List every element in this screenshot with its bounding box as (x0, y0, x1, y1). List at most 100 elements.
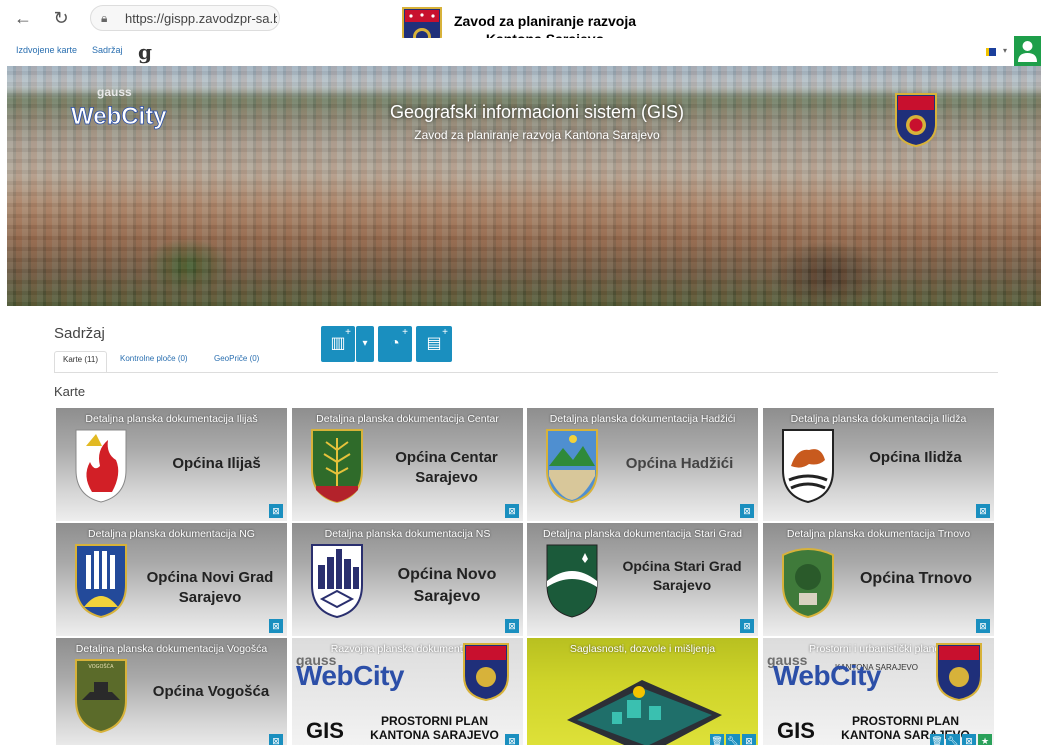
card-title-line2: Sarajevo (415, 469, 478, 486)
add-dropdown-button[interactable]: ▾ (356, 326, 374, 362)
language-flag-icon[interactable] (986, 48, 996, 56)
app-navbar: Izdvojene karte Sadržaj g ▾ (0, 38, 1041, 66)
star-icon[interactable]: ★ (978, 734, 992, 745)
card-caption: Detaljna planska dokumentacija Trnovo (786, 528, 971, 540)
canton-coat-of-arms-icon (936, 643, 982, 702)
canton-coat-of-arms-icon (895, 93, 937, 148)
open-item-icon[interactable]: ⊠ (269, 734, 283, 745)
open-item-icon[interactable]: ⊠ (505, 619, 519, 633)
card-actions: 🗑︎ 🔧︎ ⊠ ★ (930, 734, 992, 745)
card-title: Općina Hadžići (625, 455, 734, 472)
map-card-ilidza[interactable]: Detaljna planska dokumentacija Ilidža Op… (763, 408, 994, 521)
map-card-novo-sarajevo[interactable]: Detaljna planska dokumentacija NS Općina… (292, 523, 523, 636)
card-title: Općina Ilijaš (172, 455, 261, 472)
plan-text: PROSTORNI PLAN KANTONA SARAJEVO (362, 714, 507, 742)
open-item-icon[interactable]: ⊠ (976, 619, 990, 633)
card-caption: Saglasnosti, dozvole i mišljenja (569, 643, 716, 655)
card-caption: Detaljna planska dokumentacija Centar (316, 413, 499, 425)
gis-text: GIS (306, 718, 344, 743)
nav-content[interactable]: Sadržaj (92, 45, 123, 55)
card-title-line1: Općina Novo (397, 566, 497, 583)
back-arrow-icon[interactable]: ← (12, 7, 34, 29)
add-story-button[interactable]: ▤ + (416, 326, 452, 362)
card-caption: Detaljna planska dokumentacija NG (88, 528, 255, 540)
chevron-down-icon[interactable]: ▾ (1003, 46, 1007, 55)
address-bar[interactable]: 🔒︎ https://gispp.zavodzpr-sa.ba/r (90, 5, 280, 31)
logo-webcity-text: WebCity (71, 103, 167, 130)
card-title: Općina Ilidža (869, 449, 962, 466)
tab-dashboards[interactable]: Kontrolne ploče (0) (112, 351, 196, 373)
tab-geostories[interactable]: GeoPriče (0) (206, 351, 267, 373)
emblem-vogosca-text: VOGOŠĆA (88, 663, 114, 670)
webcity-logo: gauss WebCity (71, 85, 168, 130)
plan-line1: PROSTORNI PLAN (851, 714, 960, 728)
site-info-icon[interactable]: 🔒︎ (101, 9, 115, 27)
logo-gauss-text: gauss (97, 85, 132, 99)
map-card-hadzici[interactable]: Detaljna planska dokumentacija Hadžići O… (527, 408, 758, 521)
trash-icon[interactable]: 🗑︎ (930, 734, 944, 745)
open-item-icon[interactable]: ⊠ (962, 734, 976, 745)
card-title-line1: Općina Stari Grad (622, 558, 742, 574)
url-text: https://gispp.zavodzpr-sa.ba/r (125, 11, 277, 26)
open-item-icon[interactable]: ⊠ (742, 734, 756, 745)
tabs-divider (54, 372, 998, 373)
map-card-stari-grad[interactable]: Detaljna planska dokumentacija Stari Gra… (527, 523, 758, 636)
banner-subtitle: Zavod za planiranje razvoja Kantona Sara… (414, 128, 660, 142)
map-card-centar[interactable]: Detaljna planska dokumentacija Centar Op… (292, 408, 523, 521)
nav-featured-maps[interactable]: Izdvojene karte (16, 45, 77, 55)
user-icon (1018, 41, 1037, 62)
gis-text: GIS (777, 718, 815, 743)
open-item-icon[interactable]: ⊠ (505, 734, 519, 745)
canton-coat-of-arms-icon (463, 643, 509, 702)
webcity-text: WebCity (296, 660, 405, 691)
stari-grad-emblem-icon (546, 544, 598, 618)
map-card-prostorni[interactable]: Prostorni i urbanistički planovi KANTONA… (763, 638, 994, 745)
open-item-icon[interactable]: ⊠ (976, 504, 990, 518)
open-item-icon[interactable]: ⊠ (269, 619, 283, 633)
map-card-saglasnosti[interactable]: Saglasnosti, dozvole i mišljenja 🗑︎ 🔧︎ ⊠ (527, 638, 758, 745)
open-item-icon[interactable]: ⊠ (269, 504, 283, 518)
content-title: Sadržaj (54, 325, 105, 342)
card-title-line2: Sarajevo (652, 577, 712, 593)
map-card-trnovo[interactable]: Detaljna planska dokumentacija Trnovo Op… (763, 523, 994, 636)
gauss-logo[interactable]: g (138, 40, 152, 64)
card-title-line2: Sarajevo (178, 589, 242, 606)
card-caption: Detaljna planska dokumentacija Hadžići (549, 413, 736, 425)
card-title-line2: Sarajevo (413, 588, 481, 605)
hadzici-emblem-icon (546, 429, 598, 504)
map-card-ilijas[interactable]: Detaljna planska dokumentacija Ilijaš Op… (56, 408, 287, 521)
banner-title: Geografski informacioni sistem (GIS) (389, 102, 685, 122)
wrench-icon[interactable]: 🔧︎ (726, 734, 740, 745)
tab-maps[interactable]: Karte (11) (54, 351, 107, 373)
trnovo-emblem-icon (782, 548, 834, 619)
map-card-novi-grad[interactable]: Detaljna planska dokumentacija NG Općina… (56, 523, 287, 636)
novi-grad-emblem-icon (75, 544, 127, 619)
institution-title-line1: Zavod za planiranje razvoja (453, 13, 637, 29)
gauge-add-icon: ◔ (390, 335, 400, 352)
open-item-icon[interactable]: ⊠ (740, 504, 754, 518)
user-account-button[interactable] (1014, 36, 1041, 66)
add-dashboard-button[interactable]: ◔ + (378, 326, 412, 362)
card-caption: Detaljna planska dokumentacija Ilidža (790, 413, 967, 425)
map-card-vogosca[interactable]: Detaljna planska dokumentacija Vogošća V… (56, 638, 287, 745)
card-title: Općina Trnovo (859, 570, 972, 587)
city-tablet-illustration-icon (567, 680, 722, 745)
hero-banner: gauss WebCity Geografski informacioni si… (7, 66, 1041, 306)
card-caption: Detaljna planska dokumentacija NS (324, 528, 491, 540)
card-title-line1: Općina Novi Grad (146, 569, 274, 586)
wrench-icon[interactable]: 🔧︎ (946, 734, 960, 745)
map-card-razvojna[interactable]: Razvojna planska dokumentacija gauss Web… (292, 638, 523, 745)
map-add-icon: ▥ (330, 335, 346, 352)
open-item-icon[interactable]: ⊠ (505, 504, 519, 518)
card-caption: Detaljna planska dokumentacija Vogošća (75, 643, 268, 655)
centar-emblem-icon (311, 429, 363, 504)
plan-line1: PROSTORNI PLAN (380, 714, 489, 728)
open-item-icon[interactable]: ⊠ (740, 619, 754, 633)
trash-icon[interactable]: 🗑︎ (710, 734, 724, 745)
add-map-button[interactable]: ▥ + (321, 326, 355, 362)
reload-icon[interactable]: ↻ (50, 7, 72, 29)
chevron-down-icon: ▾ (362, 338, 368, 349)
ilijas-emblem-icon (75, 429, 127, 503)
document-add-icon: ▤ (426, 335, 442, 352)
section-label-maps: Karte (54, 384, 86, 399)
